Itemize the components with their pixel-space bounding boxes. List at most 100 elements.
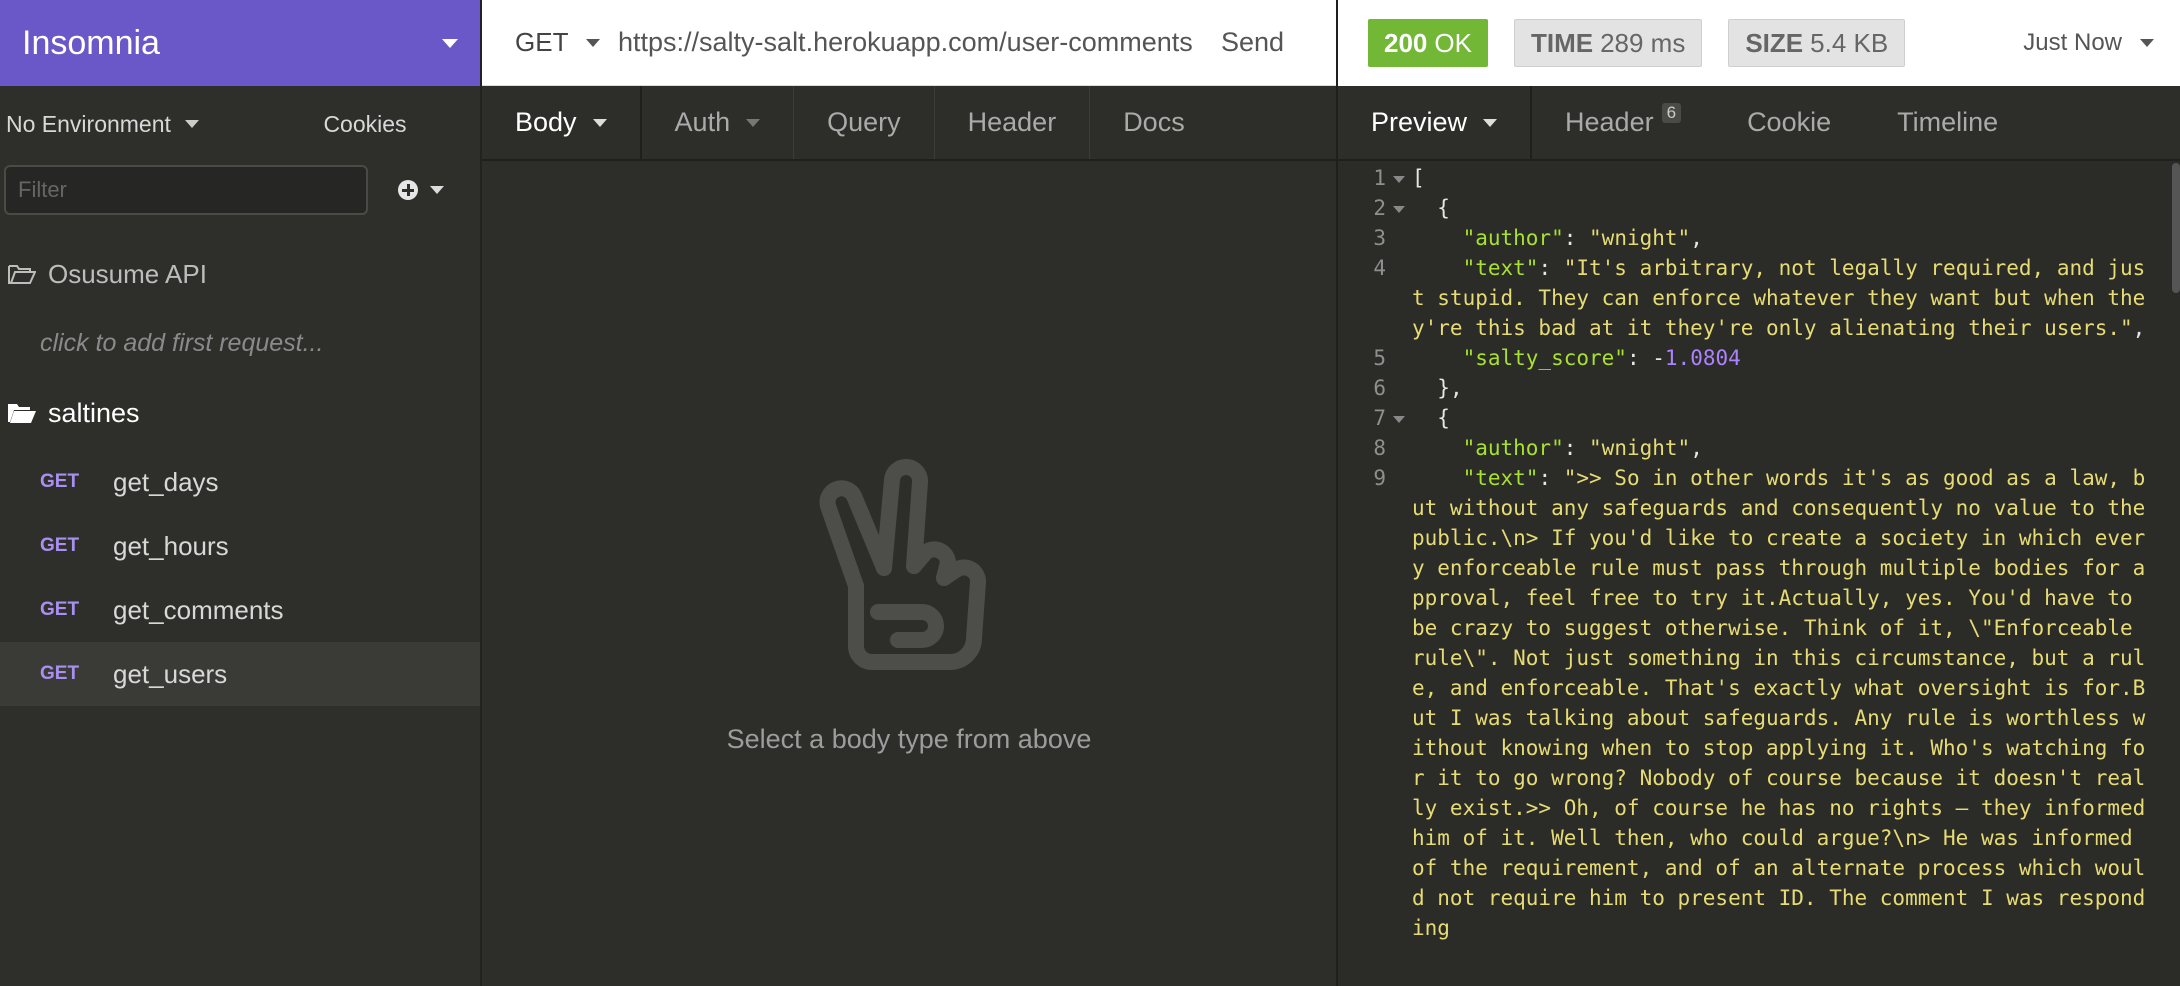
request-item[interactable]: GET get_hours [0, 514, 480, 578]
json-punctuation [1412, 346, 1463, 370]
sidebar: Insomnia No Environment Cookies Osusume … [0, 0, 482, 986]
json-punctuation: : [1538, 466, 1564, 490]
add-request-button[interactable] [398, 180, 444, 200]
workspace-name: Osusume API [48, 258, 207, 289]
scrollbar[interactable] [2172, 163, 2180, 293]
tab-header[interactable]: Header [935, 86, 1091, 159]
method-badge: GET [40, 471, 80, 492]
line-number: 6 [1373, 376, 1386, 400]
tab-docs[interactable]: Docs [1090, 86, 1218, 159]
request-item-active[interactable]: GET get_users [0, 642, 480, 706]
tab-query[interactable]: Query [794, 86, 935, 159]
folder-open-icon [8, 265, 36, 284]
code-text: "author": "wnight", [1412, 433, 2152, 463]
fold-toggle-icon[interactable] [1390, 403, 1412, 433]
request-folder[interactable]: saltines [0, 376, 480, 450]
method-badge: GET [40, 599, 80, 620]
fold-toggle-icon[interactable] [1390, 193, 1412, 223]
tab-body[interactable]: Body [482, 86, 642, 159]
url-input[interactable] [618, 0, 1211, 86]
workspace-folder[interactable]: Osusume API [0, 238, 480, 310]
line-number: 5 [1373, 346, 1386, 370]
code-text: { [1412, 403, 2152, 433]
code-text: "author": "wnight", [1412, 223, 2152, 253]
chevron-down-icon [1483, 118, 1498, 127]
code-line: 1[ [1338, 163, 2180, 193]
url-bar: GET Send [482, 0, 1336, 86]
tab-label: Auth [674, 107, 731, 137]
json-punctuation: , [2132, 316, 2146, 340]
request-name: get_comments [113, 594, 284, 625]
request-name: get_hours [113, 530, 229, 561]
environment-label: No Environment [6, 110, 171, 137]
json-key: "salty_score" [1462, 346, 1627, 370]
time-label: TIME [1530, 27, 1594, 58]
filter-row [0, 162, 480, 218]
tab-preview[interactable]: Preview [1338, 86, 1533, 159]
environment-row: No Environment Cookies [0, 86, 480, 162]
code-line: 8 "author": "wnight", [1338, 433, 2180, 463]
line-number: 4 [1373, 256, 1386, 280]
code-line: 9 "text": ">> So in other words it's as … [1338, 463, 2180, 943]
time-badge: TIME 289 ms [1513, 19, 1703, 67]
line-number: 9 [1373, 466, 1386, 490]
request-item[interactable]: GET get_comments [0, 578, 480, 642]
chevron-down-icon [184, 120, 199, 128]
chevron-down-icon [586, 38, 601, 47]
size-label: SIZE [1745, 27, 1804, 58]
json-punctuation: { [1412, 196, 1450, 220]
plus-circle-icon [398, 180, 418, 200]
code-text: "text": "It's arbitrary, not legally req… [1412, 253, 2152, 343]
send-button[interactable]: Send [1211, 27, 1336, 58]
workspace-menu[interactable]: Insomnia [0, 0, 480, 86]
environment-selector[interactable]: No Environment [6, 111, 199, 138]
json-key: "text" [1462, 256, 1539, 280]
json-key: "author" [1462, 226, 1564, 250]
code-line: 6 }, [1338, 373, 2180, 403]
json-punctuation: : [1626, 346, 1653, 370]
tab-response-header[interactable]: Header 6 [1532, 86, 1714, 159]
chevron-down-icon [592, 118, 607, 127]
json-punctuation: }, [1412, 376, 1463, 400]
time-value: 289 ms [1600, 27, 1686, 58]
request-name: get_users [113, 658, 228, 689]
time-ago-label: Just Now [2023, 29, 2122, 56]
json-punctuation: { [1412, 406, 1450, 430]
tab-timeline[interactable]: Timeline [1864, 86, 2031, 159]
json-punctuation: : [1563, 226, 1590, 250]
line-number: 8 [1373, 436, 1386, 460]
tab-auth[interactable]: Auth [642, 86, 795, 159]
json-punctuation: [ [1412, 166, 1425, 190]
json-punctuation: : [1538, 256, 1564, 280]
line-number: 1 [1373, 166, 1386, 190]
history-dropdown[interactable]: Just Now [2023, 29, 2154, 57]
request-item[interactable]: GET get_days [0, 450, 480, 514]
request-tabs: Body Auth Query Header Docs [482, 86, 1336, 161]
status-text: OK [1434, 27, 1472, 58]
tab-label: Header [1565, 107, 1654, 137]
tab-label: Header [967, 107, 1057, 137]
add-first-request-link[interactable]: click to add first request... [0, 310, 480, 376]
line-number: 3 [1373, 226, 1386, 250]
json-key: "text" [1462, 466, 1539, 490]
code-line: 3 "author": "wnight", [1338, 223, 2180, 253]
response-status-bar: 200 OK TIME 289 ms SIZE 5.4 KB Just Now [1338, 0, 2180, 86]
size-badge: SIZE 5.4 KB [1728, 19, 1906, 67]
method-badge: GET [40, 535, 80, 556]
status-badge: 200 OK [1368, 19, 1488, 67]
code-text: [ [1412, 163, 2152, 193]
cookies-button[interactable]: Cookies [250, 111, 480, 138]
tab-label: Body [515, 107, 577, 137]
gutter-spacer [1390, 373, 1412, 403]
json-punctuation: , [1690, 226, 1703, 250]
tab-cookie[interactable]: Cookie [1714, 86, 1864, 159]
fold-toggle-icon[interactable] [1390, 163, 1412, 193]
gutter-spacer [1390, 433, 1412, 463]
empty-body-state: Select a body type from above [482, 458, 1336, 755]
response-body-viewer[interactable]: 1[2 {3 "author": "wnight", 4 "text": "It'… [1338, 163, 2180, 986]
method-dropdown[interactable]: GET [482, 27, 618, 58]
json-string: ">> So in other words it's as good as a … [1412, 466, 2158, 940]
filter-input[interactable] [4, 165, 368, 215]
chevron-down-icon [2140, 39, 2154, 47]
json-punctuation: : [1563, 436, 1590, 460]
